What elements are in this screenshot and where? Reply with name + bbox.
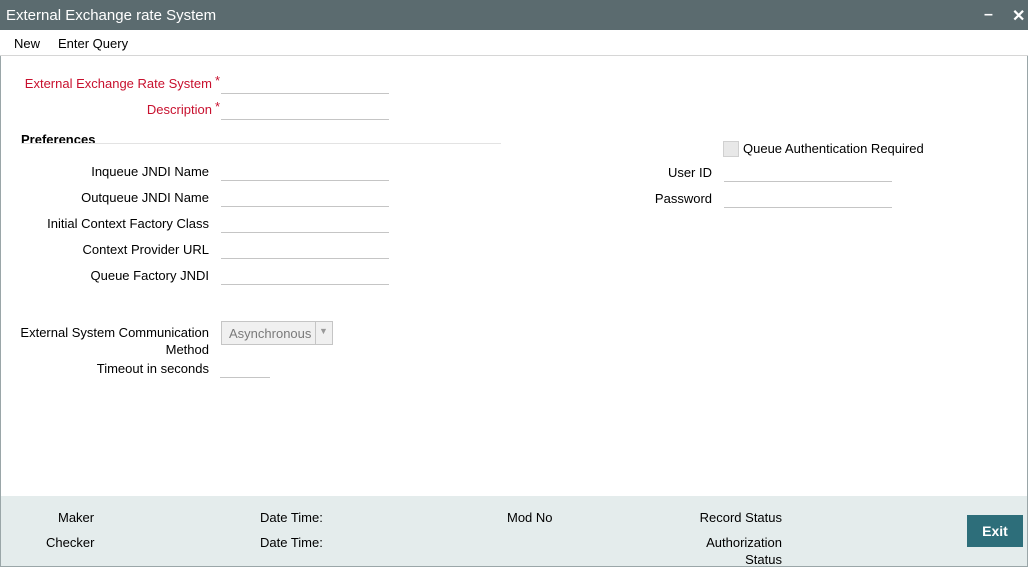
context-factory-label: Initial Context Factory Class [47,216,209,231]
audit-footer [1,496,1027,566]
window-title: External Exchange rate System [6,7,217,24]
mod-no-label: Mod No [507,510,553,525]
comm-method-select[interactable]: Asynchronous ▼ [221,321,333,345]
outqueue-label: Outqueue JNDI Name [81,190,209,205]
queue-factory-input[interactable] [221,262,389,285]
password-input[interactable] [724,185,892,208]
minimize-icon[interactable]: – [984,6,993,24]
queue-auth-checkbox[interactable] [723,141,739,157]
inqueue-input[interactable] [221,158,389,181]
preferences-heading: Preferences [21,132,96,147]
password-label: Password [654,191,712,206]
timeout-label: Timeout in seconds [96,361,209,376]
queue-factory-label: Queue Factory JNDI [90,268,210,283]
provider-url-label: Context Provider URL [82,242,209,257]
outqueue-input[interactable] [221,184,389,207]
required-mark: * [214,73,220,88]
section-divider [21,143,501,144]
chevron-down-icon[interactable]: ▼ [315,322,332,344]
user-id-label: User ID [667,165,712,180]
menu-enter-query[interactable]: Enter Query [58,36,128,51]
maker-label: Maker [58,510,95,525]
system-label: External Exchange Rate System * [24,73,220,91]
context-factory-input[interactable] [221,210,389,233]
user-id-input[interactable] [724,159,892,182]
timeout-input[interactable] [220,355,270,378]
title-bar: External Exchange rate System – ✕ [0,0,1028,30]
record-status-label: Record Status [699,510,782,525]
description-input[interactable] [221,97,389,120]
comm-method-value: Asynchronous [229,326,312,341]
comm-method-label: External System Communication Method [20,325,209,357]
checker-label: Checker [46,535,95,550]
required-mark: * [214,99,220,114]
description-label: Description * [146,99,220,117]
system-input[interactable] [221,71,389,94]
exit-button[interactable]: Exit [967,515,1023,547]
authorization-status-label: Authorization Status [706,535,782,567]
checker-date-time-label: Date Time: [260,535,323,550]
menu-new[interactable]: New [14,36,40,51]
queue-auth-label: Queue Authentication Required [743,141,924,156]
menu-bar: New Enter Query [0,30,1028,56]
close-icon[interactable]: ✕ [1012,6,1025,26]
inqueue-label: Inqueue JNDI Name [91,164,209,179]
maker-date-time-label: Date Time: [260,510,323,525]
provider-url-input[interactable] [221,236,389,259]
